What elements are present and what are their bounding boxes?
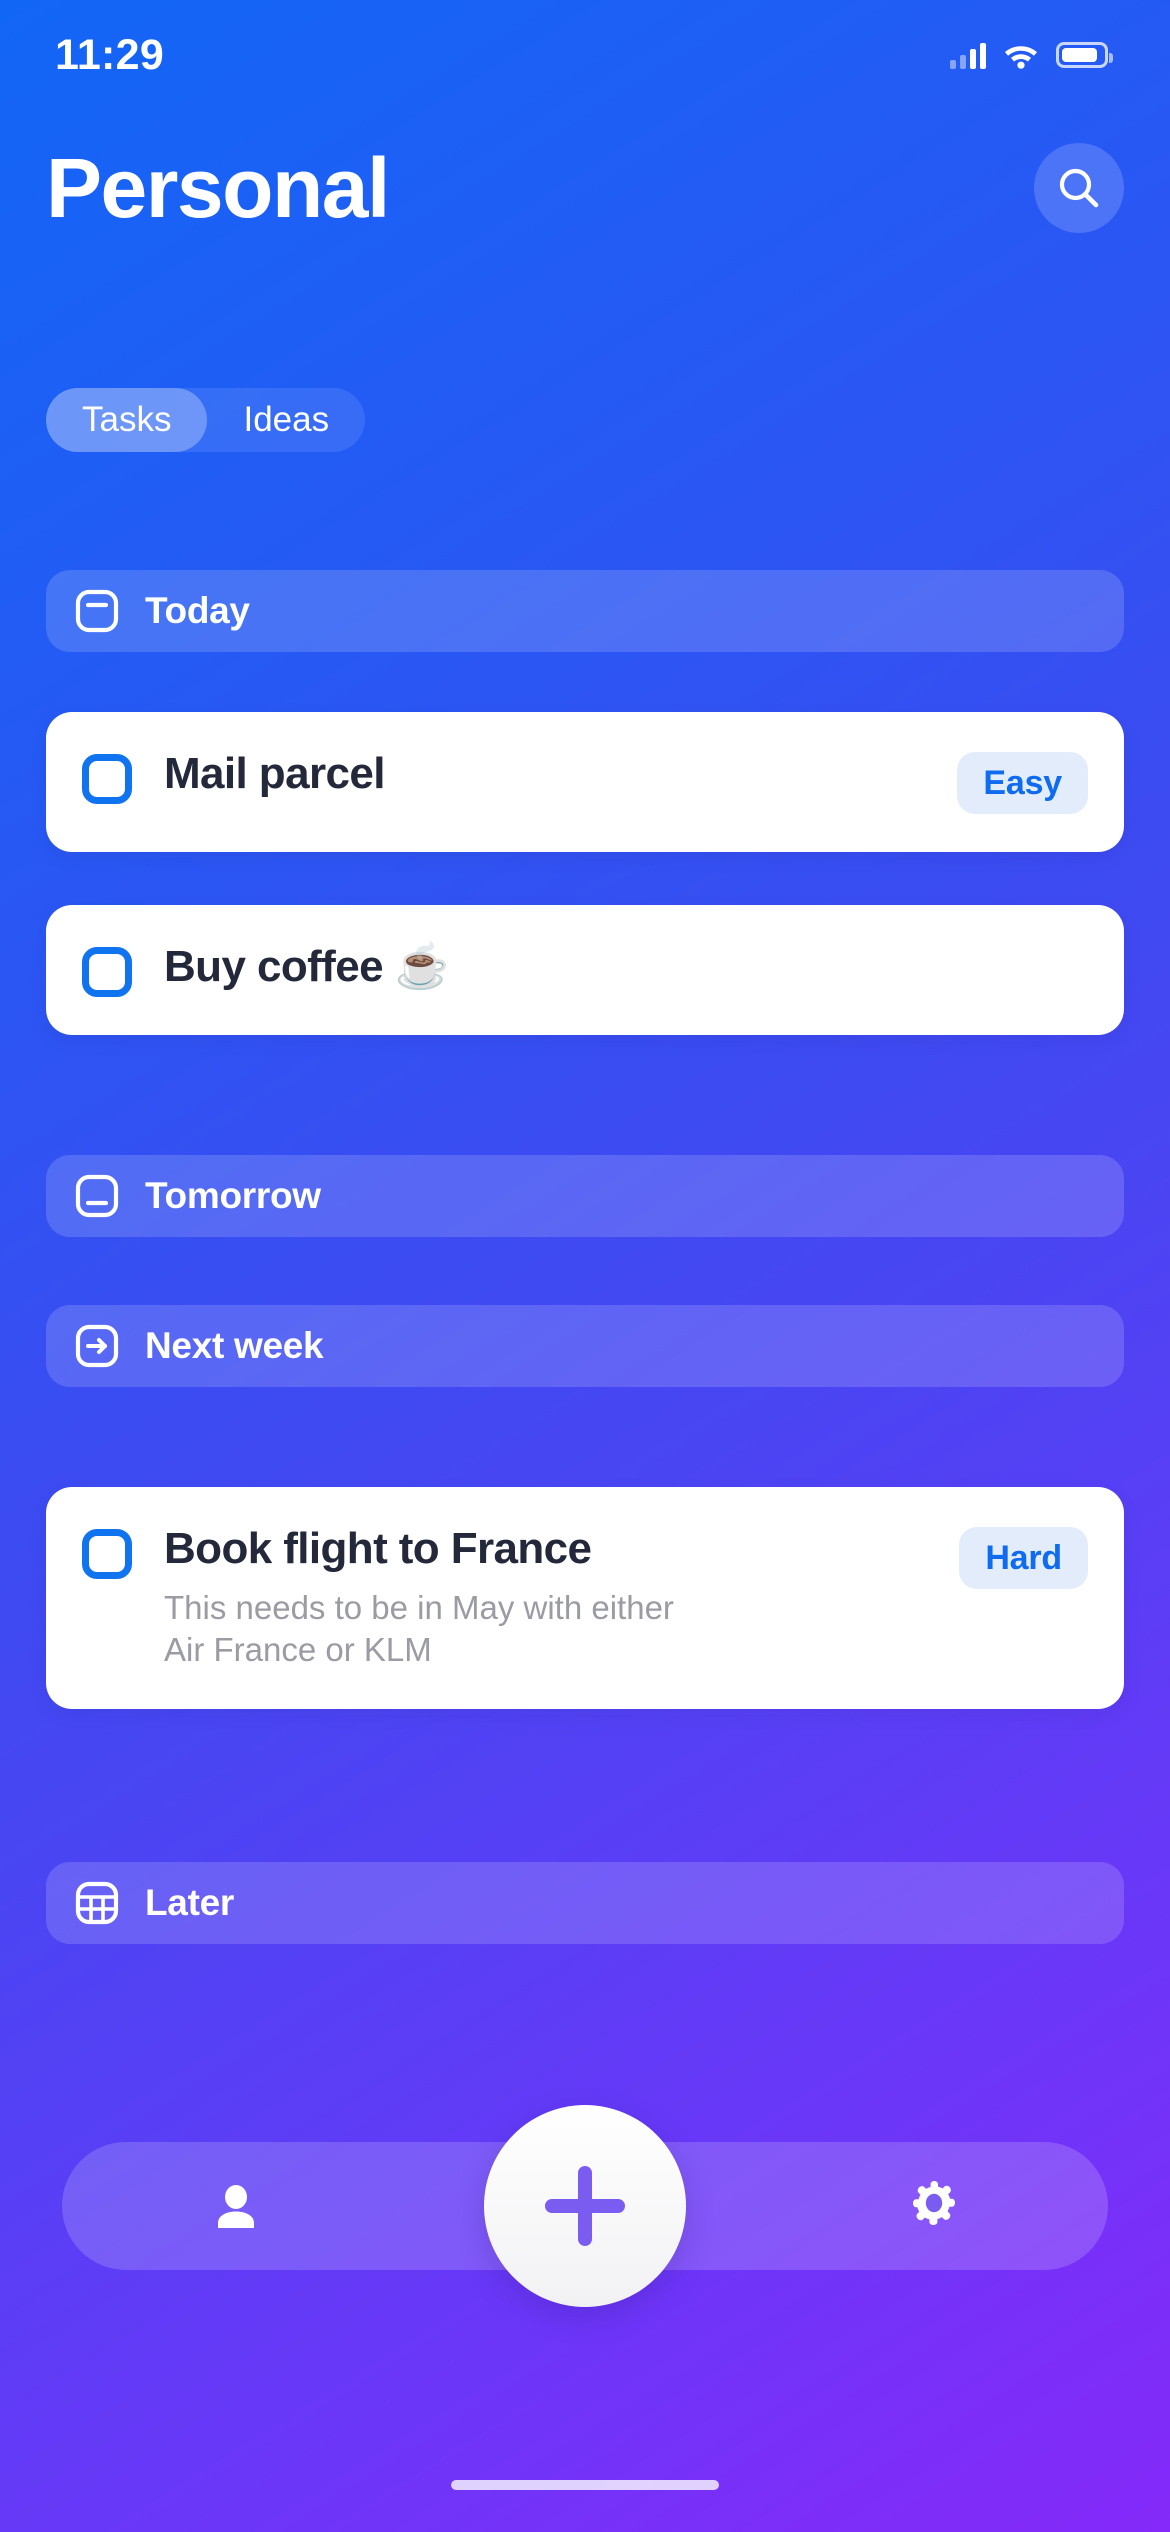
add-task-button[interactable] bbox=[484, 2105, 686, 2307]
task-checkbox-book-flight-to-france[interactable] bbox=[82, 1529, 132, 1579]
cellular-signal-icon bbox=[950, 42, 986, 69]
status-bar-icons bbox=[950, 42, 1113, 69]
plus-icon bbox=[539, 2160, 631, 2252]
phone-screen: 11:29 Personal Tasks Ideas Today Mail pa… bbox=[0, 0, 1170, 2532]
section-label-today: Today bbox=[145, 590, 250, 631]
section-label-tomorrow: Tomorrow bbox=[145, 1175, 321, 1216]
tab-ideas[interactable]: Ideas bbox=[207, 388, 365, 452]
task-body-book-flight-to-france: Book flight to France This needs to be i… bbox=[132, 1525, 959, 1671]
wifi-icon bbox=[1003, 42, 1039, 69]
nav-item-settings[interactable] bbox=[759, 2177, 1108, 2235]
tab-tasks[interactable]: Tasks bbox=[46, 388, 208, 452]
search-icon bbox=[1056, 165, 1102, 211]
section-header-tomorrow[interactable]: Tomorrow bbox=[46, 1155, 1124, 1237]
section-header-later[interactable]: Later bbox=[46, 1862, 1124, 1944]
nav-item-profile[interactable] bbox=[62, 2178, 411, 2234]
section-header-today[interactable]: Today bbox=[46, 570, 1124, 652]
task-body-buy-coffee: Buy coffee ☕ bbox=[132, 943, 1088, 991]
task-title-buy-coffee: Buy coffee ☕ bbox=[164, 942, 449, 991]
page-title: Personal bbox=[46, 141, 390, 235]
task-title-book-flight-to-france: Book flight to France bbox=[164, 1524, 592, 1573]
task-description-book-flight-to-france: This needs to be in May with either Air … bbox=[164, 1588, 674, 1668]
task-body-mail-parcel: Mail parcel bbox=[132, 750, 957, 798]
section-label-next-week: Next week bbox=[145, 1325, 324, 1366]
card-bottom-line-icon bbox=[74, 1173, 120, 1219]
section-header-next-week[interactable]: Next week bbox=[46, 1305, 1124, 1387]
arrow-right-box-icon bbox=[74, 1323, 120, 1369]
task-title-mail-parcel: Mail parcel bbox=[164, 749, 385, 798]
gear-icon bbox=[905, 2177, 963, 2235]
card-top-line-icon bbox=[74, 588, 120, 634]
home-indicator[interactable] bbox=[451, 2480, 719, 2490]
task-card-mail-parcel[interactable]: Mail parcel Easy bbox=[46, 712, 1124, 852]
search-button[interactable] bbox=[1034, 143, 1124, 233]
status-bar: 11:29 bbox=[0, 0, 1170, 110]
task-card-buy-coffee[interactable]: Buy coffee ☕ bbox=[46, 905, 1124, 1035]
tab-bar: Tasks Ideas bbox=[46, 388, 366, 452]
task-badge-book-flight-to-france[interactable]: Hard bbox=[959, 1527, 1088, 1589]
page-header: Personal bbox=[46, 128, 1124, 248]
task-card-book-flight-to-france[interactable]: Book flight to France This needs to be i… bbox=[46, 1487, 1124, 1709]
tab-ideas-label: Ideas bbox=[243, 400, 330, 439]
calendar-grid-icon bbox=[74, 1880, 120, 1926]
task-checkbox-mail-parcel[interactable] bbox=[82, 754, 132, 804]
person-icon bbox=[208, 2178, 264, 2234]
status-bar-clock: 11:29 bbox=[55, 30, 165, 79]
tab-tasks-label: Tasks bbox=[82, 400, 172, 439]
task-checkbox-buy-coffee[interactable] bbox=[82, 947, 132, 997]
section-label-later: Later bbox=[145, 1882, 234, 1923]
battery-icon bbox=[1056, 42, 1113, 68]
task-badge-mail-parcel[interactable]: Easy bbox=[957, 752, 1088, 814]
